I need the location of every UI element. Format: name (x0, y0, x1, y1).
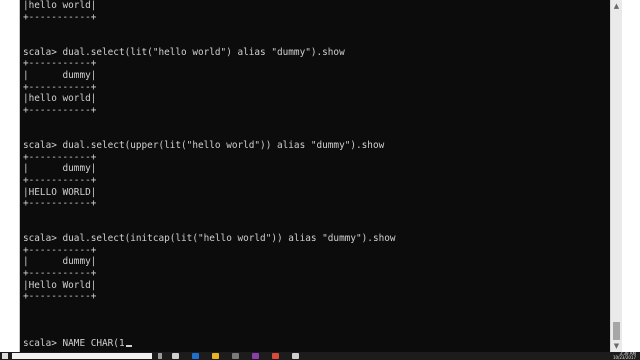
terminal-output: |hello world| +-----------+ scala> dual.se… (23, 0, 396, 350)
scroll-down-icon[interactable]: ▼ (611, 340, 622, 352)
terminal-line: +-----------+ (23, 198, 97, 210)
terminal-line: scala> dual.select(lit("hello world") al… (23, 46, 345, 58)
terminal-line: |Hello World| (23, 279, 97, 291)
app-icon[interactable] (292, 353, 299, 359)
terminal-line: +-----------+ (23, 11, 97, 23)
terminal-line: |hello world| (23, 93, 97, 105)
onenote-icon[interactable] (252, 353, 259, 359)
terminal-line: scala> dual.select(initcap(lit("hello wo… (23, 233, 396, 245)
edge-icon[interactable] (192, 353, 199, 359)
clock-date: 10/23/2017 (612, 355, 636, 360)
terminal-line: +-----------+ (23, 174, 97, 186)
left-margin (0, 0, 20, 352)
start-icon[interactable] (2, 353, 8, 359)
terminal-line: +-----------+ (23, 291, 97, 303)
chrome-icon[interactable] (272, 353, 279, 359)
terminal-line: +-----------+ (23, 268, 97, 280)
terminal-line: | dummy| (23, 69, 97, 81)
scroll-up-icon[interactable]: ▲ (611, 0, 622, 12)
terminal-line: |hello world| (23, 0, 97, 11)
terminal-line: | dummy| (23, 256, 97, 268)
taskbar: 3:39 AM 10/23/2017 (0, 352, 640, 360)
vertical-scrollbar[interactable]: ▲ ▼ (610, 0, 622, 352)
right-margin (622, 0, 640, 352)
terminal-line: +-----------+ (23, 244, 97, 256)
text-cursor (125, 345, 132, 348)
terminal-line: | dummy| (23, 163, 97, 175)
store-icon[interactable] (232, 353, 239, 359)
terminal-input-text: scala> NAME CHAR(1 (23, 338, 125, 350)
search-box[interactable] (12, 353, 152, 359)
scroll-thumb[interactable] (613, 322, 620, 340)
terminal-line: |HELLO WORLD| (23, 186, 97, 198)
terminal-line: +-----------+ (23, 104, 97, 116)
terminal-line: +-----------+ (23, 151, 97, 163)
terminal-input-line[interactable]: scala> NAME CHAR(1 (23, 338, 396, 350)
terminal-line: +-----------+ (23, 81, 97, 93)
terminal-line: scala> dual.select(upper(lit("hello worl… (23, 139, 385, 151)
terminal-line: +-----------+ (23, 58, 97, 70)
clock[interactable]: 3:39 AM 10/23/2017 (613, 352, 636, 360)
file-explorer-icon[interactable] (212, 353, 219, 359)
terminal-window[interactable]: |hello world| +-----------+ scala> dual.se… (20, 0, 610, 352)
task-view-icon[interactable] (172, 353, 179, 359)
microphone-icon[interactable] (158, 353, 162, 359)
